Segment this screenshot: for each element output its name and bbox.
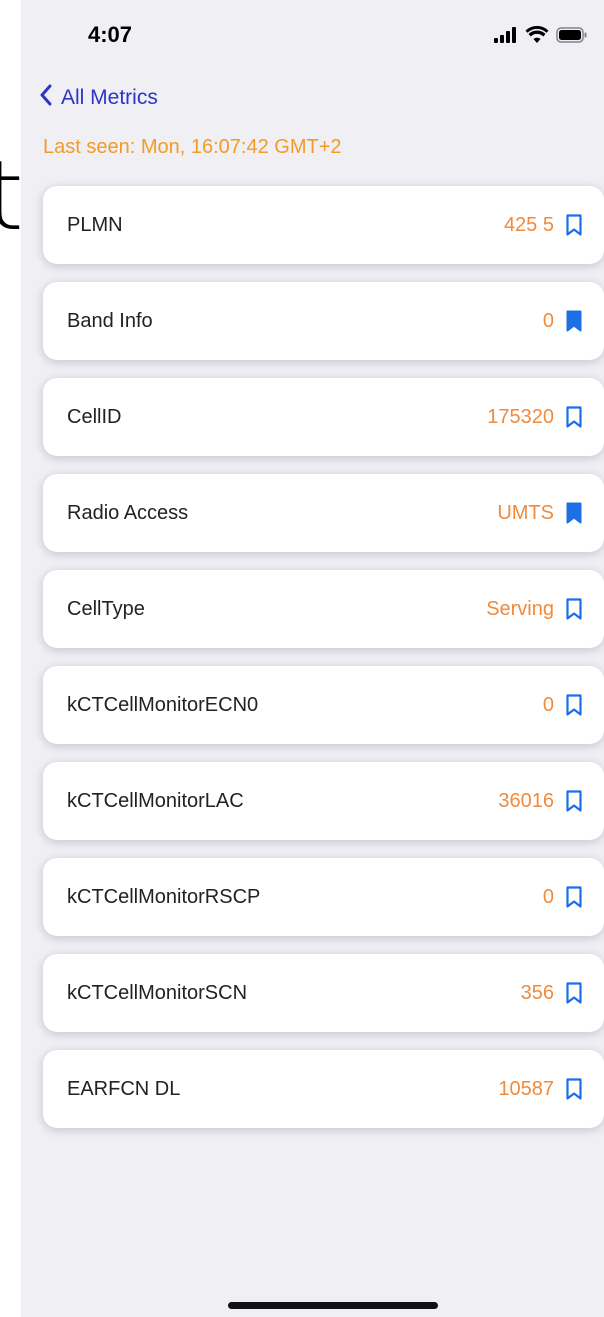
bookmark-icon[interactable]	[566, 598, 582, 620]
metric-value-group: 356	[521, 982, 582, 1005]
metric-value-group: 0	[543, 886, 582, 909]
status-icons	[494, 25, 588, 49]
bookmark-icon[interactable]	[566, 694, 582, 716]
metric-row[interactable]: CellType Serving	[43, 570, 604, 648]
last-seen-text: Last seen: Mon, 16:07:42 GMT+2	[43, 136, 342, 158]
metric-row[interactable]: EARFCN DL 10587	[43, 1050, 604, 1128]
metric-value: 36016	[498, 789, 554, 812]
wifi-icon	[525, 25, 549, 49]
bookmark-filled-icon[interactable]	[566, 502, 582, 524]
metric-label: Band Info	[67, 309, 153, 332]
metric-value: Serving	[486, 597, 554, 620]
cellular-signal-icon	[494, 27, 518, 48]
metric-label: kCTCellMonitorRSCP	[67, 885, 261, 908]
metric-row[interactable]: kCTCellMonitorLAC 36016	[43, 762, 604, 840]
metric-value-group: 425 5	[504, 214, 582, 237]
metric-value: UMTS	[497, 501, 554, 524]
bookmark-icon[interactable]	[566, 1078, 582, 1100]
metric-value-group: 10587	[498, 1078, 582, 1101]
battery-icon	[556, 27, 588, 48]
metric-row[interactable]: PLMN 425 5	[43, 186, 604, 264]
bookmark-icon[interactable]	[566, 406, 582, 428]
metric-row[interactable]: CellID 175320	[43, 378, 604, 456]
bookmark-filled-icon[interactable]	[566, 310, 582, 332]
metric-value: 0	[542, 885, 554, 908]
chevron-left-icon	[39, 84, 53, 111]
metric-value-group: 0	[543, 694, 582, 717]
metric-value-group: 36016	[498, 790, 582, 813]
metric-list: PLMN 425 5 Band Info 0 CellID 175320 Radio Acc…	[43, 186, 604, 1146]
screenshot-stage: t 4:07 All Metrics Last seen: Mon, 16:07…	[0, 0, 604, 1317]
metric-value: 425 5	[503, 213, 554, 236]
status-bar: 4:07	[21, 0, 604, 70]
metric-value: 0	[542, 693, 554, 716]
metric-label: kCTCellMonitorSCN	[67, 981, 248, 1004]
back-button-label: All Metrics	[61, 85, 158, 109]
metric-label: kCTCellMonitorLAC	[67, 789, 244, 812]
metric-value-group: 175320	[487, 406, 582, 429]
metric-label: EARFCN DL	[67, 1077, 181, 1100]
phone-screen: 4:07 All Metrics Last seen: Mon, 16:07:4…	[21, 0, 604, 1317]
metric-label: CellID	[67, 405, 122, 428]
metric-label: CellType	[67, 597, 145, 620]
metric-value: 0	[542, 309, 554, 332]
bookmark-icon[interactable]	[566, 790, 582, 812]
metric-row[interactable]: kCTCellMonitorECN0 0	[43, 666, 604, 744]
metric-value-group: UMTS	[497, 502, 582, 525]
metric-value-group: 0	[543, 310, 582, 333]
metric-label: kCTCellMonitorECN0	[67, 693, 259, 716]
metric-label: PLMN	[67, 213, 123, 236]
status-time: 4:07	[88, 22, 133, 47]
metric-value: 356	[520, 981, 554, 1004]
metric-value: 175320	[487, 405, 554, 428]
metric-label: Radio Access	[67, 501, 189, 524]
metric-row[interactable]: kCTCellMonitorRSCP 0	[43, 858, 604, 936]
metric-value-group: Serving	[486, 598, 582, 621]
metric-row[interactable]: Radio Access UMTS	[43, 474, 604, 552]
bookmark-icon[interactable]	[566, 214, 582, 236]
back-button[interactable]: All Metrics	[39, 84, 158, 111]
metric-value: 10587	[498, 1077, 554, 1100]
home-indicator[interactable]	[228, 1302, 438, 1309]
metric-row[interactable]: Band Info 0	[43, 282, 604, 360]
metric-row[interactable]: kCTCellMonitorSCN 356	[43, 954, 604, 1032]
bookmark-icon[interactable]	[566, 982, 582, 1004]
bookmark-icon[interactable]	[566, 886, 582, 908]
